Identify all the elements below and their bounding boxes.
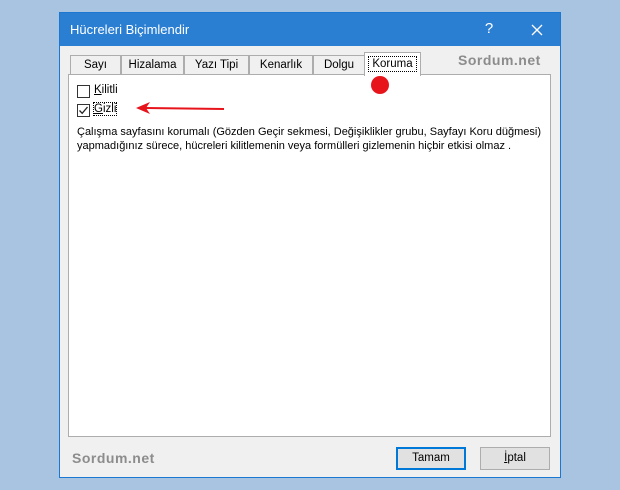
hidden-label: Gizli <box>92 102 118 116</box>
locked-checkbox[interactable] <box>77 85 90 98</box>
dialog-title: Hücreleri Biçimlendir <box>70 22 190 37</box>
protection-description: Çalışma sayfasını korumalı (Gözden Geçir… <box>77 126 542 152</box>
tab-fill[interactable]: Dolgu <box>313 55 365 74</box>
tab-alignment[interactable]: Hizalama <box>121 55 184 74</box>
tab-border[interactable]: Kenarlık <box>249 55 313 74</box>
watermark-top: Sordum.net <box>458 52 541 68</box>
checkmark-icon <box>79 106 88 115</box>
locked-label: Kilitli <box>94 84 118 96</box>
annotation-arrow-icon <box>136 102 225 114</box>
cancel-button[interactable]: İptal <box>480 447 550 470</box>
tab-protection[interactable]: Koruma <box>364 52 421 76</box>
watermark-bottom: Sordum.net <box>72 450 155 466</box>
title-bar: Hücreleri Biçimlendir ? <box>60 13 560 46</box>
tab-protection-label: Koruma <box>368 56 417 72</box>
ok-button[interactable]: Tamam <box>396 447 466 470</box>
hidden-checkbox[interactable] <box>77 104 90 117</box>
close-button[interactable] <box>516 16 558 42</box>
tab-font[interactable]: Yazı Tipi <box>184 55 249 74</box>
annotation-dot <box>371 76 389 94</box>
help-button[interactable]: ? <box>478 18 500 40</box>
protection-panel: Kilitli Gizli Çalışma sayfasını korumalı… <box>68 74 551 437</box>
close-icon <box>531 24 543 36</box>
format-cells-dialog: Hücreleri Biçimlendir ? Sayı Hizalama Ya… <box>59 12 561 478</box>
tab-number[interactable]: Sayı <box>70 55 121 74</box>
